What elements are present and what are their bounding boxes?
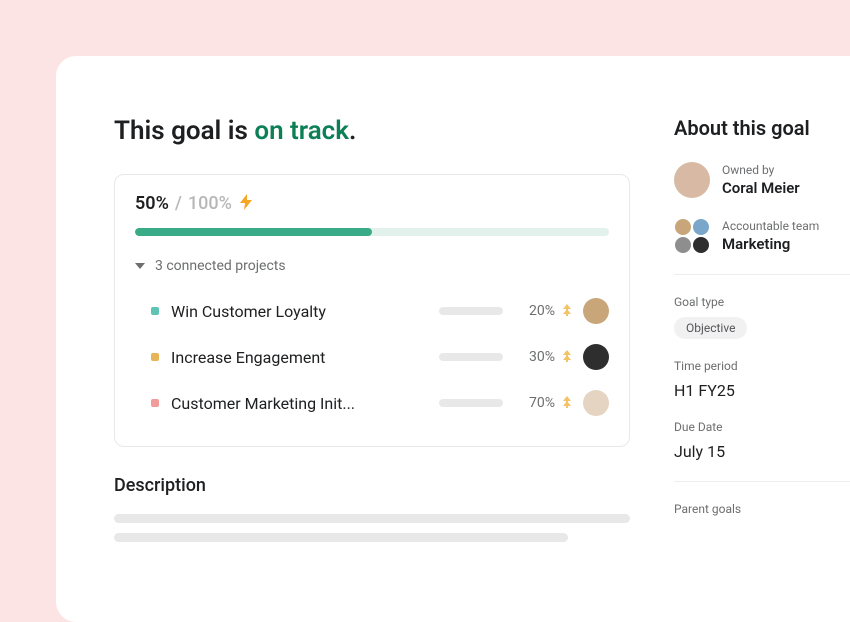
caret-down-icon (135, 263, 145, 269)
project-color-dot (151, 353, 159, 361)
project-percent: 30% (515, 349, 555, 365)
owner-label: Owned by (722, 163, 800, 177)
owner-row[interactable]: Owned by Coral Meier (674, 162, 850, 198)
project-row[interactable]: Customer Marketing Init... 70% (151, 380, 609, 426)
sidebar-heading: About this goal (674, 116, 850, 140)
goal-detail-card: This goal is on track. 50% / 100% 3 conn… (56, 56, 850, 622)
progress-bar-fill (135, 228, 372, 236)
project-name: Increase Engagement (171, 348, 439, 367)
team-label: Accountable team (722, 219, 819, 233)
goal-type-pill[interactable]: Objective (674, 317, 747, 339)
due-date-label: Due Date (674, 420, 850, 434)
project-progress-bar (439, 399, 503, 407)
connected-projects-label: 3 connected projects (155, 258, 286, 274)
trend-up-icon (561, 304, 573, 319)
trend-up-icon (561, 350, 573, 365)
team-avatars (674, 218, 710, 254)
project-list: Win Customer Loyalty 20% Increase Engageme… (135, 288, 609, 426)
accountable-team-row[interactable]: Accountable team Marketing (674, 218, 850, 254)
owner-name: Coral Meier (722, 179, 800, 197)
project-row[interactable]: Win Customer Loyalty 20% (151, 288, 609, 334)
connected-projects-toggle[interactable]: 3 connected projects (135, 258, 609, 274)
goal-type-label: Goal type (674, 295, 850, 309)
project-name: Customer Marketing Init... (171, 394, 439, 413)
project-name: Win Customer Loyalty (171, 302, 439, 321)
divider (674, 274, 850, 275)
title-suffix: . (349, 116, 356, 146)
trend-up-icon (561, 396, 573, 411)
project-progress-bar (439, 353, 503, 361)
parent-goals-label: Parent goals (674, 502, 850, 516)
progress-percent-row: 50% / 100% (135, 193, 609, 214)
sidebar-column: About this goal Owned by Coral Meier Acc… (674, 56, 850, 622)
time-period-value: H1 FY25 (674, 381, 850, 400)
time-period-label: Time period (674, 359, 850, 373)
description-placeholder-line (114, 533, 568, 542)
title-prefix: This goal is (114, 116, 254, 146)
due-date-value: July 15 (674, 442, 850, 461)
project-row[interactable]: Increase Engagement 30% (151, 334, 609, 380)
progress-current: 50% (135, 193, 169, 214)
progress-card: 50% / 100% 3 connected projects Win Cust… (114, 174, 630, 447)
progress-max: 100% (188, 193, 232, 214)
description-placeholder-line (114, 514, 630, 523)
goal-status: on track (254, 116, 349, 146)
description-heading: Description (114, 475, 630, 496)
progress-bar (135, 228, 609, 236)
avatar (674, 162, 710, 198)
project-progress-bar (439, 307, 503, 315)
goal-title: This goal is on track. (114, 116, 630, 146)
avatar (583, 298, 609, 324)
avatar (583, 390, 609, 416)
main-column: This goal is on track. 50% / 100% 3 conn… (56, 56, 674, 622)
project-percent: 70% (515, 395, 555, 411)
project-color-dot (151, 399, 159, 407)
project-percent: 20% (515, 303, 555, 319)
team-name: Marketing (722, 235, 819, 253)
project-color-dot (151, 307, 159, 315)
divider (674, 481, 850, 482)
progress-separator: / (175, 193, 182, 214)
lightning-icon (240, 194, 252, 213)
avatar (583, 344, 609, 370)
